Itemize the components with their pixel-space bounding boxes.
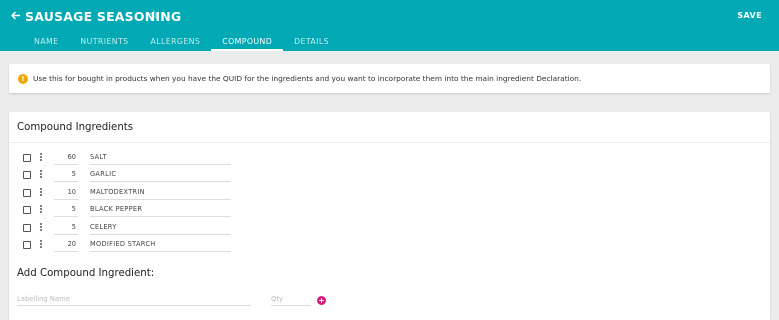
more-vert-icon[interactable] — [40, 170, 43, 180]
tab-nutrients[interactable]: NUTRIENTS — [69, 37, 139, 51]
ingredient-qty[interactable]: 5 — [54, 223, 76, 231]
labelling-name-input[interactable] — [17, 293, 251, 306]
row-checkbox[interactable] — [23, 224, 31, 232]
section-title: Compound Ingredients — [17, 122, 134, 133]
tab-compound[interactable]: COMPOUND — [211, 37, 284, 51]
qty-input[interactable] — [271, 293, 311, 306]
tab-bar: NAME NUTRIENTS ALLERGENS COMPOUND DETAIL… — [23, 37, 340, 51]
qty-underline — [54, 164, 78, 165]
ingredient-name[interactable]: MODIFIED STARCH — [90, 240, 156, 248]
more-vert-icon[interactable] — [40, 205, 43, 215]
ingredient-row: 10 MALTODEXTRIN — [9, 184, 249, 201]
qty-underline — [54, 251, 78, 252]
qty-underline — [54, 181, 78, 182]
divider — [9, 142, 770, 143]
ingredient-row: 60 SALT — [9, 149, 249, 166]
tab-name[interactable]: NAME — [23, 37, 69, 51]
name-underline — [90, 234, 231, 235]
info-warning-icon: ! — [18, 74, 28, 84]
row-checkbox[interactable] — [23, 154, 31, 162]
compound-card: Compound Ingredients 60 SALT 5 GARLIC 10… — [9, 112, 770, 320]
qty-underline — [54, 199, 78, 200]
ingredient-name[interactable]: MALTODEXTRIN — [90, 188, 145, 196]
add-ingredient-title: Add Compound Ingredient: — [17, 268, 155, 279]
qty-underline — [54, 234, 78, 235]
name-underline — [90, 216, 231, 217]
app-header: SAUSAGE SEASONING ☆ SAVE NAME NUTRIENTS … — [0, 0, 779, 51]
row-checkbox[interactable] — [23, 171, 31, 179]
info-text: Use this for bought in products when you… — [33, 74, 582, 83]
row-checkbox[interactable] — [23, 241, 31, 249]
more-vert-icon[interactable] — [40, 153, 43, 163]
star-outline-icon[interactable]: ☆ — [149, 8, 159, 22]
ingredient-qty[interactable]: 20 — [54, 240, 76, 248]
ingredient-qty[interactable]: 10 — [54, 188, 76, 196]
plus-circle-icon[interactable]: + — [317, 296, 326, 305]
qty-underline — [54, 216, 78, 217]
info-banner: ! Use this for bought in products when y… — [9, 64, 770, 93]
arrow-left-icon[interactable] — [9, 8, 21, 22]
more-vert-icon[interactable] — [40, 188, 43, 198]
name-underline — [90, 164, 231, 165]
ingredient-row: 5 BLACK PEPPER — [9, 201, 249, 218]
tab-details[interactable]: DETAILS — [283, 37, 340, 51]
ingredient-name[interactable]: CELERY — [90, 223, 117, 231]
row-checkbox[interactable] — [23, 189, 31, 197]
ingredient-qty[interactable]: 60 — [54, 153, 76, 161]
ingredient-row: 20 MODIFIED STARCH — [9, 236, 249, 253]
row-checkbox[interactable] — [23, 206, 31, 214]
more-vert-icon[interactable] — [40, 240, 43, 250]
save-button[interactable]: SAVE — [737, 11, 762, 20]
ingredient-qty[interactable]: 5 — [54, 205, 76, 213]
ingredient-name[interactable]: BLACK PEPPER — [90, 205, 142, 213]
tab-allergens[interactable]: ALLERGENS — [140, 37, 212, 51]
name-underline — [90, 251, 231, 252]
ingredient-name[interactable]: GARLIC — [90, 170, 116, 178]
more-vert-icon[interactable] — [40, 223, 43, 233]
name-underline — [90, 181, 231, 182]
ingredient-row: 5 CELERY — [9, 219, 249, 236]
ingredient-name[interactable]: SALT — [90, 153, 107, 161]
ingredient-qty[interactable]: 5 — [54, 170, 76, 178]
name-underline — [90, 199, 231, 200]
ingredient-row: 5 GARLIC — [9, 166, 249, 183]
